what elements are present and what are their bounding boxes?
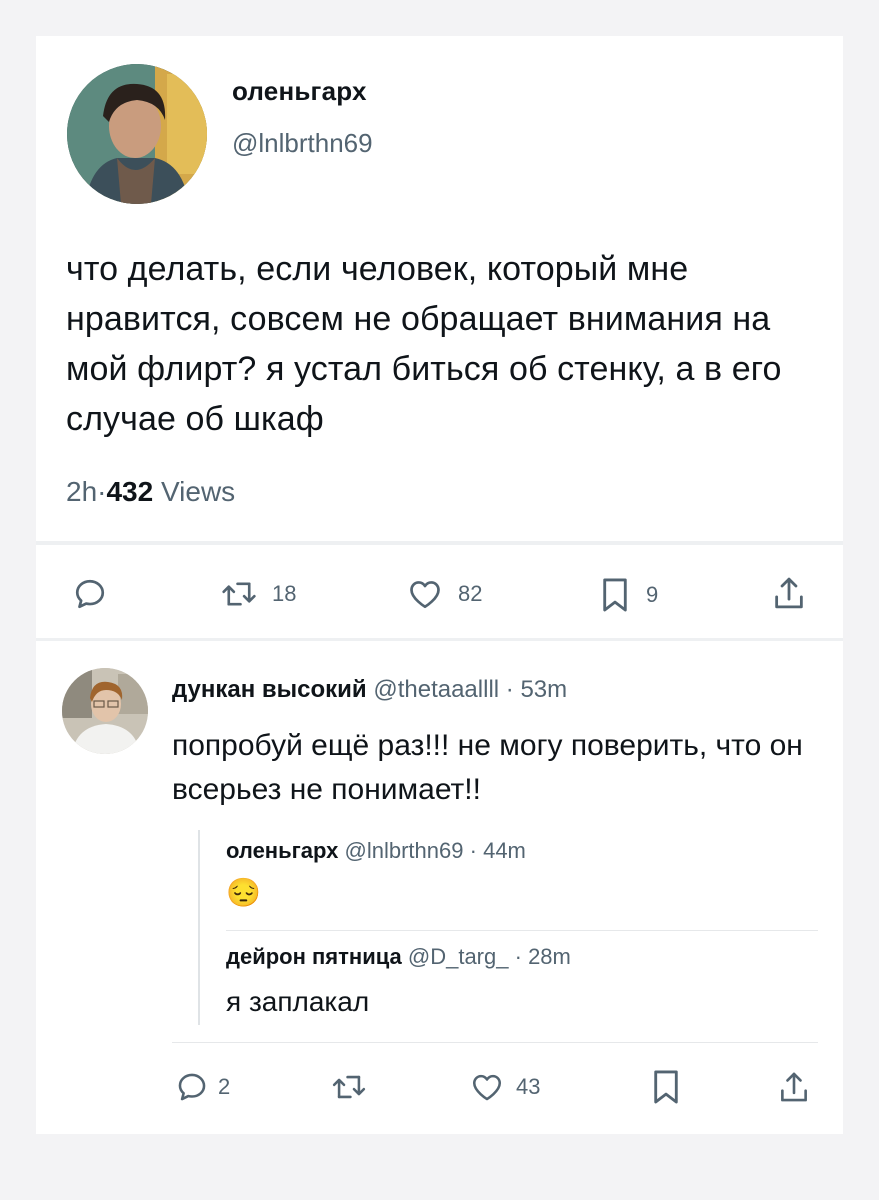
- like-count: 82: [458, 581, 483, 606]
- reply-retweet-button[interactable]: [330, 1070, 368, 1104]
- reply-display-name[interactable]: дункан высокий: [172, 676, 367, 703]
- retweet-icon: [220, 576, 258, 612]
- divider: [36, 638, 843, 641]
- share-icon: [778, 1068, 810, 1106]
- views-count: 432: [106, 476, 154, 507]
- retweet-button[interactable]: 18: [220, 576, 296, 612]
- nested-reply-header: оленьгарх @lnlbrthn69 · 44m: [226, 838, 526, 864]
- reply-header: дункан высокий @thetaaallll · 53m: [172, 676, 567, 704]
- tweet-meta: 2h·432 Views: [66, 476, 235, 508]
- nested-reply-display-name[interactable]: оленьгарх: [226, 838, 338, 863]
- author-avatar[interactable]: [67, 64, 207, 204]
- share-icon: [772, 574, 806, 612]
- tweet-text: что делать, если человек, который мне нр…: [66, 250, 782, 438]
- nested-reply-handle[interactable]: @lnlbrthn69: [345, 838, 464, 863]
- reply-icon: [174, 1070, 210, 1104]
- bookmark-button[interactable]: 9: [598, 576, 658, 614]
- like-button[interactable]: 82: [406, 576, 482, 612]
- reply-icon: [72, 576, 108, 612]
- nested-reply-time[interactable]: 28m: [528, 944, 571, 969]
- reply-count: 2: [218, 1074, 231, 1099]
- divider: [172, 1042, 818, 1043]
- divider: [226, 930, 818, 931]
- heart-icon: [406, 576, 444, 612]
- reply-dot: ·: [505, 676, 514, 703]
- reply-share-button[interactable]: [778, 1068, 810, 1106]
- reply-like-button[interactable]: 43: [468, 1070, 540, 1104]
- nested-reply-text: 😔: [226, 877, 261, 908]
- nested-reply-display-name[interactable]: дейрон пятница: [226, 944, 402, 969]
- views-label: Views: [160, 476, 236, 507]
- nested-reply-header: дейрон пятница @D_targ_ · 28m: [226, 944, 571, 970]
- nested-reply-time[interactable]: 44m: [483, 838, 526, 863]
- author-handle[interactable]: @lnlbrthn69: [232, 128, 373, 159]
- nested-reply-dot: ·: [469, 838, 477, 863]
- nested-reply-text: я заплакал: [226, 986, 370, 1017]
- bookmark-count: 9: [646, 582, 659, 607]
- reply-text: попробуй ещё раз!!! не могу поверить, чт…: [172, 729, 803, 806]
- share-button[interactable]: [772, 574, 806, 612]
- reply-author-avatar[interactable]: [62, 668, 148, 754]
- retweet-icon: [330, 1070, 368, 1104]
- heart-icon: [468, 1070, 506, 1104]
- bookmark-icon: [598, 576, 632, 614]
- nested-reply-dot: ·: [514, 944, 522, 969]
- thread-line: [198, 830, 200, 1025]
- divider: [36, 541, 843, 545]
- tweet-card: оленьгарх @lnlbrthn69 что делать, если ч…: [36, 36, 843, 1134]
- reply-button[interactable]: [72, 576, 108, 612]
- reply-time[interactable]: 53m: [520, 676, 567, 703]
- reply-handle[interactable]: @thetaaallll: [373, 676, 499, 703]
- like-count: 43: [516, 1074, 541, 1099]
- reply-bookmark-button[interactable]: [650, 1068, 682, 1106]
- retweet-count: 18: [272, 581, 297, 606]
- author-display-name[interactable]: оленьгарх: [232, 76, 367, 107]
- tweet-time[interactable]: 2h: [66, 476, 97, 507]
- bookmark-icon: [650, 1068, 682, 1106]
- nested-reply-handle[interactable]: @D_targ_: [408, 944, 509, 969]
- reply-reply-button[interactable]: 2: [174, 1070, 230, 1104]
